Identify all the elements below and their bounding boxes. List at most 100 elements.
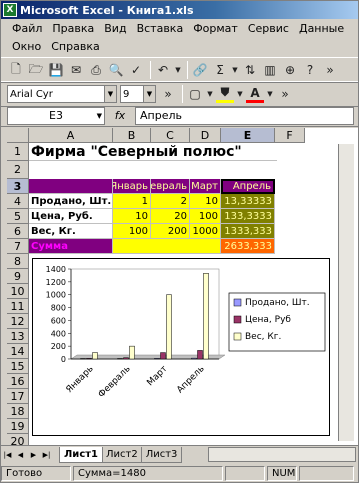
menu-item-6-row1[interactable]: Данные [294, 22, 349, 35]
header-jan[interactable]: Январь [113, 179, 151, 194]
print-preview-icon[interactable]: 🔍 [107, 61, 125, 79]
tab-sheet1[interactable]: Лист1 [59, 446, 103, 463]
menu-item-0-row2[interactable]: Окно [7, 40, 46, 53]
menu-item-1-row2[interactable]: Справка [46, 40, 104, 53]
row-header[interactable]: 17 [7, 389, 29, 404]
row-header[interactable]: 14 [7, 344, 29, 359]
column-header-e[interactable]: E [221, 128, 275, 143]
header-feb[interactable]: Февраль [151, 179, 190, 194]
font-size-select[interactable]: 9 ▼ [120, 85, 156, 103]
data-cell[interactable]: 200 [151, 224, 190, 239]
header-mar[interactable]: Март [190, 179, 221, 194]
fill-color-icon[interactable]: ⛊ [216, 85, 234, 103]
sort-icon[interactable]: ⇅ [241, 61, 259, 79]
prev-sheet-icon[interactable]: ◀ [14, 448, 27, 462]
menu-item-5-row1[interactable]: Сервис [243, 22, 294, 35]
row-header[interactable]: 6 [7, 224, 29, 239]
row-header[interactable]: 13 [7, 329, 29, 344]
font-color-icon[interactable]: A [246, 85, 264, 103]
toolbar-options-icon[interactable]: » [276, 85, 294, 103]
data-cell[interactable]: 20 [151, 209, 190, 224]
first-sheet-icon[interactable]: |◀ [1, 448, 14, 462]
tab-sheet2[interactable]: Лист2 [101, 446, 143, 463]
borders-dropdown-icon[interactable]: ▼ [206, 85, 214, 103]
column-header-f[interactable]: F [275, 128, 305, 143]
formula-input[interactable]: Апрель [135, 106, 354, 125]
menu-item-0-row1[interactable]: Файл [7, 22, 47, 35]
worksheet-grid[interactable]: ABCDEF 1 2 3 4 5 6 7 8 9 10 11 12 13 14 15 16 17 18 19 20 Ф… [7, 128, 358, 445]
row-header[interactable]: 7 [7, 239, 29, 254]
last-sheet-icon[interactable]: ▶| [40, 448, 53, 462]
undo-dropdown-icon[interactable]: ▼ [174, 61, 182, 79]
row-header[interactable]: 4 [7, 194, 29, 209]
autosum-icon[interactable]: Σ [211, 61, 229, 79]
undo-icon[interactable]: ↶ [154, 61, 172, 79]
insert-function-icon[interactable]: fx [105, 109, 135, 122]
print-icon[interactable]: ⎙ [87, 61, 105, 79]
toolbar-options-icon[interactable]: » [321, 61, 339, 79]
data-cell[interactable]: 133,3333 [221, 209, 275, 224]
row-label[interactable]: Продано, Шт. [29, 194, 113, 209]
data-cell[interactable]: 10 [190, 194, 221, 209]
fill-dropdown-icon[interactable]: ▼ [236, 85, 244, 103]
cell-a3[interactable] [29, 179, 113, 194]
select-all-corner[interactable] [7, 128, 29, 143]
hyperlink-icon[interactable]: 🔗 [191, 61, 209, 79]
row-label[interactable]: Вес, Кг. [29, 224, 113, 239]
font-color-dropdown-icon[interactable]: ▼ [266, 85, 274, 103]
data-cell[interactable]: 1333,333 [221, 224, 275, 239]
data-cell[interactable]: 1 [113, 194, 151, 209]
email-icon[interactable]: ✉ [67, 61, 85, 79]
row-header[interactable]: 20 [7, 434, 29, 445]
chart-wizard-icon[interactable]: ▥ [261, 61, 279, 79]
data-cell[interactable]: 100 [190, 209, 221, 224]
column-header-b[interactable]: B [113, 128, 151, 143]
row-header[interactable]: 9 [7, 269, 29, 284]
spelling-icon[interactable]: ✓ [127, 61, 145, 79]
tab-sheet3[interactable]: Лист3 [140, 446, 183, 463]
menu-item-2-row1[interactable]: Вид [99, 22, 131, 35]
name-box[interactable]: E3 ▼ [7, 106, 105, 125]
save-icon[interactable]: 💾 [47, 61, 65, 79]
data-cell[interactable]: 13,33333 [221, 194, 275, 209]
row-header[interactable]: 8 [7, 254, 29, 269]
help-icon[interactable]: ? [301, 61, 319, 79]
sum-label[interactable]: Сумма [29, 239, 113, 254]
data-cell[interactable]: 10 [113, 209, 151, 224]
row-header[interactable]: 18 [7, 404, 29, 419]
vertical-scrollbar[interactable] [338, 144, 354, 441]
row-header[interactable]: 10 [7, 284, 29, 299]
sheet-title[interactable]: Фирма "Северный полюс" [29, 143, 277, 161]
embedded-chart[interactable]: 0 200 400 600 800 1000 1200 1400 Январь Февраль Ма… [32, 258, 330, 436]
column-header-a[interactable]: A [29, 128, 113, 143]
row-label[interactable]: Цена, Руб. [29, 209, 113, 224]
row-header[interactable]: 12 [7, 314, 29, 329]
new-document-icon[interactable]: 🗋 [7, 61, 25, 79]
column-header-d[interactable]: D [190, 128, 221, 143]
data-cell[interactable]: 1000 [190, 224, 221, 239]
row-header[interactable]: 15 [7, 359, 29, 374]
row-header[interactable]: 1 [7, 143, 29, 161]
open-folder-icon[interactable]: 🗁 [27, 61, 45, 79]
toolbar-options-icon[interactable]: » [159, 85, 177, 103]
row-header[interactable]: 2 [7, 161, 29, 179]
data-cell[interactable]: 100 [113, 224, 151, 239]
sum-empty-cells[interactable] [113, 239, 221, 254]
row-header[interactable]: 16 [7, 374, 29, 389]
column-header-c[interactable]: C [151, 128, 190, 143]
autosum-dropdown-icon[interactable]: ▼ [231, 61, 239, 79]
row-header[interactable]: 3 [7, 179, 29, 194]
row-header[interactable]: 5 [7, 209, 29, 224]
zoom-icon[interactable]: ⊕ [281, 61, 299, 79]
menu-item-4-row1[interactable]: Формат [188, 22, 243, 35]
row-header[interactable]: 11 [7, 299, 29, 314]
menu-item-3-row1[interactable]: Вставка [132, 22, 189, 35]
row-header[interactable]: 19 [7, 419, 29, 434]
sum-value[interactable]: 2633,333 [221, 239, 275, 254]
font-name-select[interactable]: Arial Cyr ▼ [7, 85, 117, 103]
data-cell[interactable]: 2 [151, 194, 190, 209]
menu-item-1-row1[interactable]: Правка [47, 22, 99, 35]
next-sheet-icon[interactable]: ▶ [27, 448, 40, 462]
borders-icon[interactable]: ▢ [186, 85, 204, 103]
header-apr-selected[interactable]: Апрель [221, 179, 275, 194]
